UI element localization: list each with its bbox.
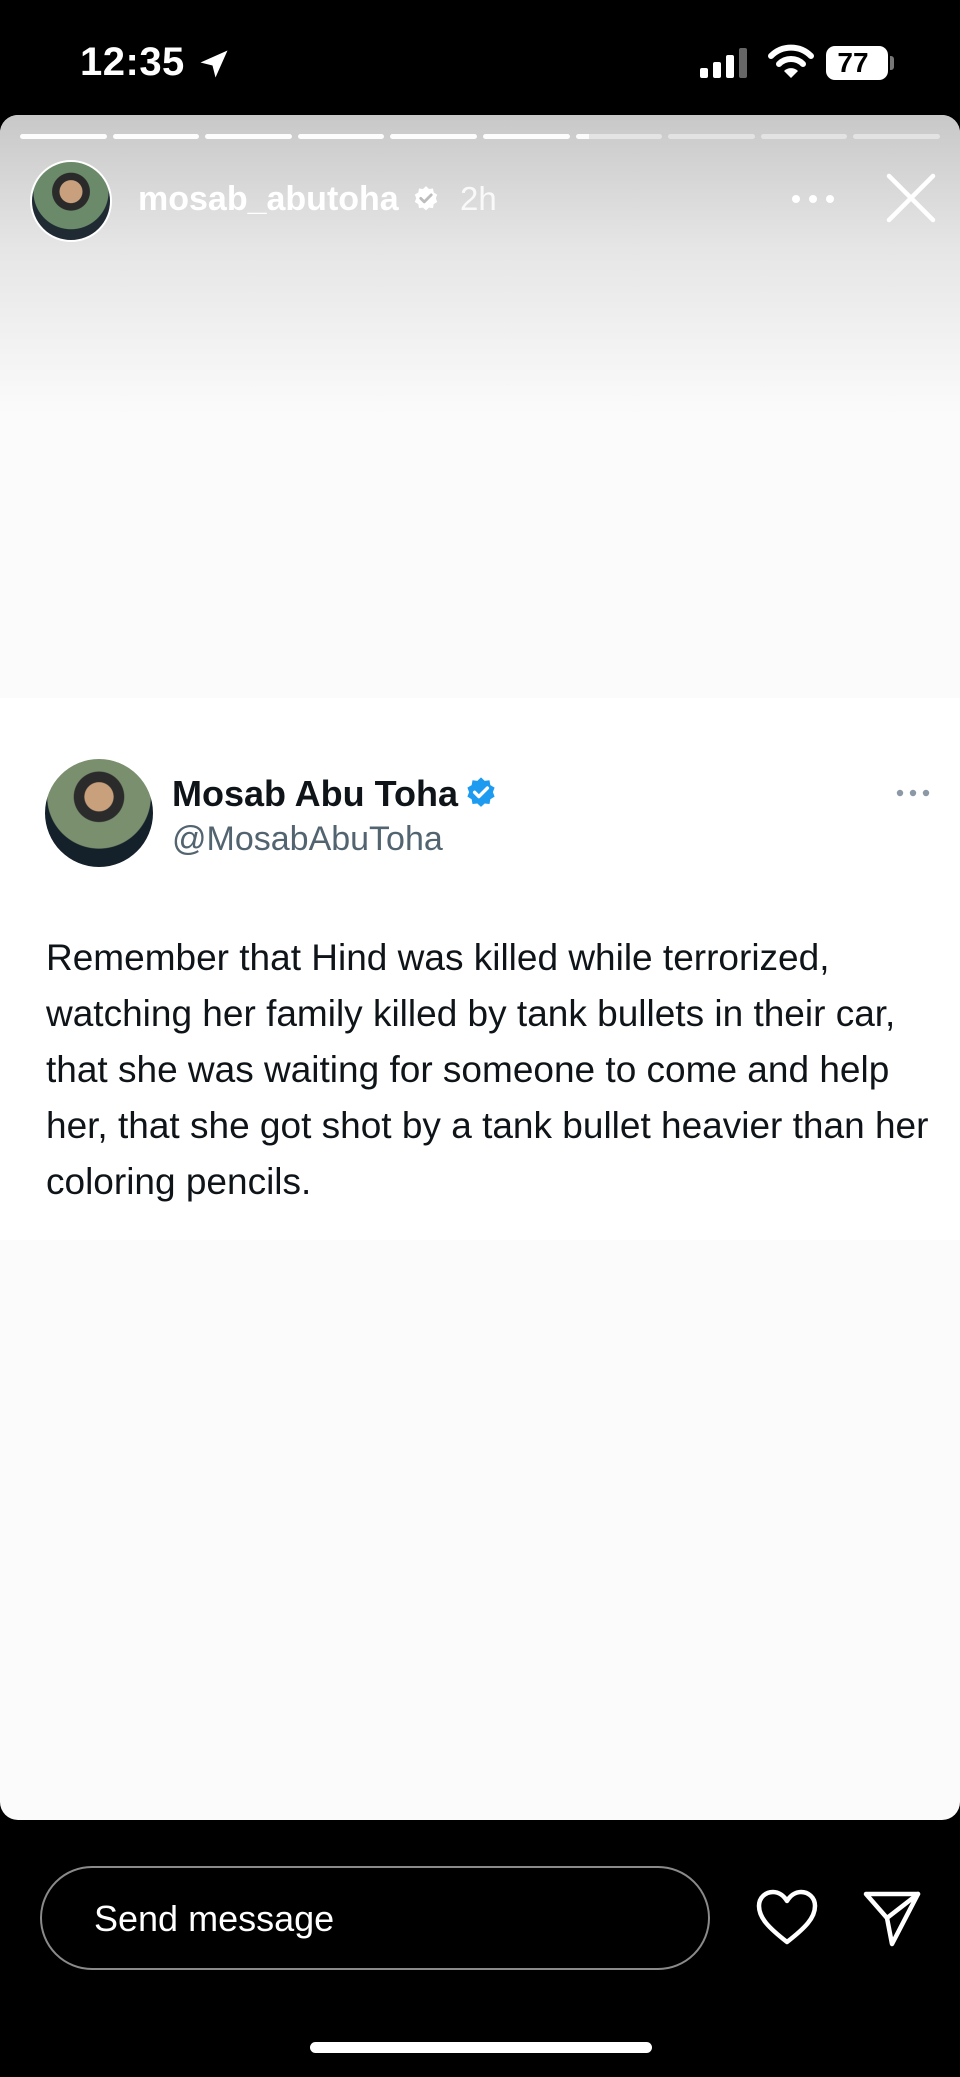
story-username[interactable]: mosab_abutoha: [138, 180, 399, 219]
heart-icon[interactable]: [755, 1888, 819, 1948]
verified-badge-icon: [467, 777, 495, 807]
story-progress-segment: [205, 134, 292, 139]
story-progress-segment: [20, 134, 107, 139]
tweet-card: Mosab Abu Toha @MosabAbuToha Remember th…: [0, 698, 960, 1240]
story-progress-segment: [760, 134, 848, 139]
send-message-input[interactable]: Send message: [40, 1866, 710, 1970]
story-progress-segment: [853, 134, 940, 139]
home-indicator: [310, 2042, 652, 2053]
story-viewer[interactable]: mosab_abutoha 2h Mosab Abu Toha @MosabAb…: [0, 115, 960, 1820]
battery-level: 77: [837, 47, 869, 78]
story-author-avatar[interactable]: [30, 160, 112, 242]
tweet-body-text: Remember that Hind was killed while terr…: [46, 937, 929, 1202]
story-progress-segment: [575, 134, 663, 139]
status-bar: 12:35 77: [0, 0, 960, 115]
tweet-author-avatar: [45, 759, 153, 867]
location-arrow-icon: [200, 50, 228, 78]
story-progress-bar: [20, 134, 940, 139]
battery-indicator: 77: [826, 46, 888, 80]
cellular-signal-icon: [700, 48, 747, 78]
more-options-icon[interactable]: [790, 187, 836, 211]
story-progress-segment: [482, 134, 570, 139]
tweet-display-name: Mosab Abu Toha: [172, 773, 458, 814]
battery-tip: [890, 56, 894, 70]
verified-badge-icon: [414, 186, 438, 211]
story-progress-segment: [112, 134, 200, 139]
story-progress-segment: [297, 134, 385, 139]
message-placeholder: Send message: [94, 1898, 335, 1939]
story-progress-segment: [390, 134, 477, 139]
tweet-more-icon: [896, 789, 930, 797]
story-header-gradient: [0, 115, 960, 415]
tweet-handle: @MosabAbuToha: [172, 820, 443, 858]
close-icon[interactable]: [884, 171, 938, 225]
status-time: 12:35: [80, 40, 185, 84]
wifi-icon: [768, 44, 814, 78]
story-progress-segment: [668, 134, 755, 139]
story-timestamp: 2h: [460, 180, 497, 217]
send-icon[interactable]: [862, 1888, 922, 1948]
